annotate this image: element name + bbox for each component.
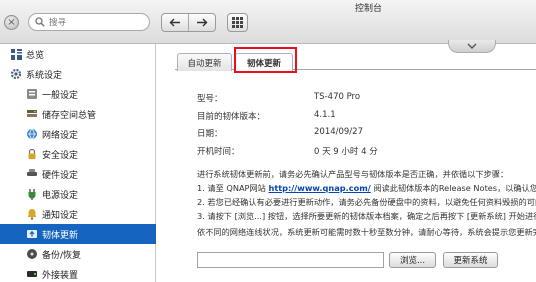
chevron-down-icon xyxy=(467,43,477,49)
date-value: 2014/09/27 xyxy=(314,127,363,137)
model-value: TS-470 Pro xyxy=(314,92,361,102)
model-label: 型号： xyxy=(197,94,223,104)
navigation-buttons xyxy=(161,13,216,32)
update-note: 依不同的网络连线状况，系统更新可能需时数十秒至数分钟，请耐心等待，系统会提示您更… xyxy=(197,227,536,237)
search-box[interactable] xyxy=(28,13,150,31)
tab-bar: 自动更新 韧体更新 xyxy=(175,51,536,72)
search-input[interactable] xyxy=(49,16,145,29)
network-icon xyxy=(26,128,38,140)
sidebar-item-label: 系统设定 xyxy=(26,70,63,81)
instructions-intro: 进行系统韧体更新前，请务必先确认产品型号与韧体版本是否正确，并依循以下步骤： xyxy=(197,169,509,179)
sidebar-item-general-settings[interactable]: 一般设定 xyxy=(0,84,156,104)
sidebar-item-label: 安全设定 xyxy=(42,150,79,161)
tab-auto-update[interactable]: 自动更新 xyxy=(177,53,232,71)
sidebar-item-backup[interactable]: 备份/恢复 xyxy=(0,244,156,264)
browse-button[interactable]: 浏览... xyxy=(389,252,436,268)
sidebar-item-firmware-update[interactable]: 韧体更新 xyxy=(0,224,156,244)
sidebar-item-security[interactable]: 安全设定 xyxy=(0,144,156,164)
sidebar-item-label: 网络设定 xyxy=(42,130,79,141)
general-settings-icon xyxy=(26,88,38,100)
main-panel xyxy=(157,44,536,282)
storage-manager-icon xyxy=(26,108,38,120)
sidebar-item-system-settings[interactable]: 系统设定 xyxy=(0,64,156,84)
uptime-label: 开机时间： xyxy=(197,147,240,157)
sidebar-item-label: 备份/恢复 xyxy=(42,250,82,261)
power-icon xyxy=(26,188,38,200)
all-apps-button[interactable] xyxy=(227,13,248,32)
step-1-suffix: 阅读此韧体版本的Release Notes，以确认您是 xyxy=(370,183,536,193)
overview-icon xyxy=(10,48,22,60)
sidebar-item-label: 储存空间总管 xyxy=(42,110,97,121)
sidebar-item-label: 韧体更新 xyxy=(42,230,79,241)
firmware-update-icon xyxy=(26,228,38,240)
sidebar-item-power[interactable]: 电源设定 xyxy=(0,184,156,204)
sidebar-item-label: 外接装置 xyxy=(42,270,79,281)
firmware-version-label: 目前的韧体版本： xyxy=(197,112,266,122)
firmware-version-value: 4.1.1 xyxy=(314,110,336,120)
back-arrow-icon xyxy=(169,18,180,27)
firmware-file-path-input[interactable] xyxy=(197,252,384,268)
sidebar-item-hardware[interactable]: 硬件设定 xyxy=(0,164,156,184)
sidebar-item-label: 通知设定 xyxy=(42,210,79,221)
hardware-icon xyxy=(26,168,38,180)
step-1-prefix: 1. 请至 QNAP网站 xyxy=(197,183,269,193)
uptime-value: 0 天 9 小时 4 分 xyxy=(314,147,378,157)
back-button[interactable] xyxy=(162,14,189,31)
search-icon xyxy=(35,17,45,27)
sidebar-item-label: 总览 xyxy=(26,50,45,61)
instruction-step-3: 3. 请按下 [浏览...] 按钮，选择所要更新的韧体版本档案，确定之后再按下 … xyxy=(197,211,536,221)
forward-arrow-icon xyxy=(197,18,208,27)
sidebar-item-overview[interactable]: 总览 xyxy=(0,44,156,64)
date-label: 日期： xyxy=(197,129,223,139)
sidebar-item-label: 电源设定 xyxy=(42,190,79,201)
instruction-step-2: 2. 若您已经确认有必要进行更新动作，请务必先备份硬盘中的资料，以避免任何资料毁… xyxy=(197,197,536,207)
notification-icon xyxy=(26,208,38,220)
close-icon: × xyxy=(7,17,16,28)
sidebar-item-storage-manager[interactable]: 储存空间总管 xyxy=(0,104,156,124)
sidebar-item-notification[interactable]: 通知设定 xyxy=(0,204,156,224)
sidebar-item-label: 硬件设定 xyxy=(42,170,79,181)
window-title: 控制台 xyxy=(355,4,383,14)
sidebar-item-external-device[interactable]: 外接装置 xyxy=(0,264,156,282)
backup-icon xyxy=(26,248,38,260)
sidebar: 总览 系统设定 一般设定 储存空间总管 网络设定 安全设定 硬件设定 电源设定 … xyxy=(0,44,156,282)
instruction-step-1: 1. 请至 QNAP网站 http://www.qnap.com/ 阅读此韧体版… xyxy=(197,182,536,194)
sidebar-item-label: 一般设定 xyxy=(42,90,79,101)
sidebar-item-network[interactable]: 网络设定 xyxy=(0,124,156,144)
tab-highlight-box xyxy=(234,47,297,73)
title-bar: × 控制台 xyxy=(0,0,536,44)
qnap-website-link[interactable]: http://www.qnap.com/ xyxy=(268,183,370,193)
forward-button[interactable] xyxy=(189,14,215,31)
lock-icon xyxy=(26,148,38,160)
external-device-icon xyxy=(26,268,38,280)
update-system-button[interactable]: 更新系统 xyxy=(443,252,498,268)
grid-icon xyxy=(232,17,243,28)
system-settings-icon xyxy=(10,68,22,80)
close-button[interactable]: × xyxy=(4,15,19,30)
